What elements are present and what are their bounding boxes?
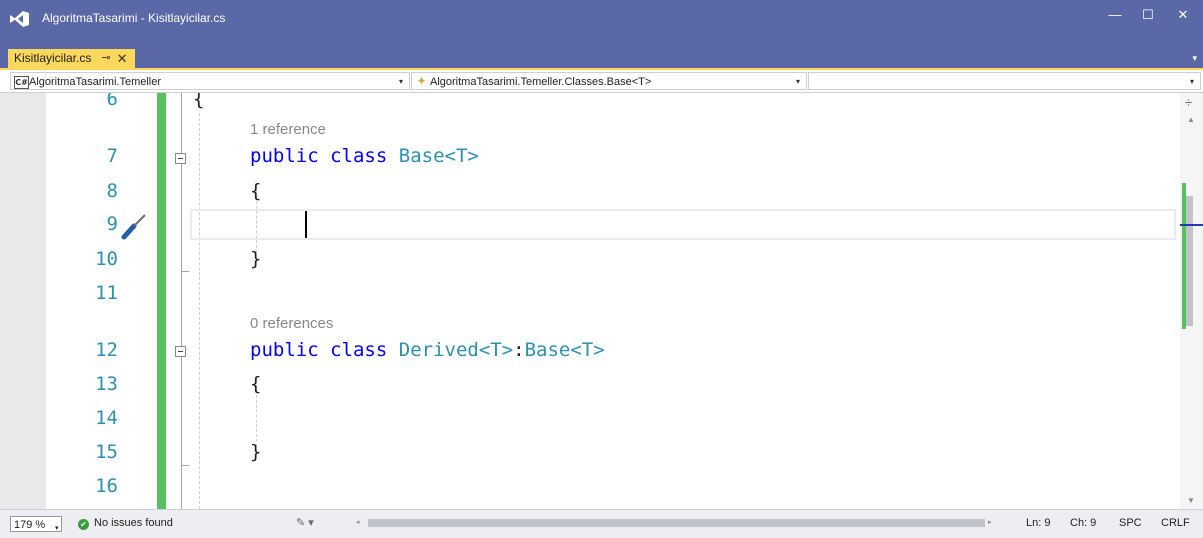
- member-dropdown[interactable]: ▾: [808, 72, 1201, 90]
- scrollbar-change-marker: [1182, 183, 1186, 329]
- line-number: 11: [95, 282, 118, 304]
- scroll-up-icon[interactable]: ▲: [1187, 115, 1195, 124]
- code-brace: {: [250, 373, 262, 395]
- collapse-icon[interactable]: [175, 346, 186, 357]
- line-number: 8: [106, 180, 118, 202]
- window-title: AlgoritmaTasarimi - Kisitlayicilar.cs: [42, 11, 226, 25]
- type-name: Derived<T>: [398, 339, 514, 361]
- code-line: public class Derived<T>:Base<T>: [250, 339, 605, 361]
- tab-overflow-dropdown-icon[interactable]: ▾: [1192, 53, 1197, 64]
- line-number: 16: [95, 475, 118, 497]
- project-dropdown[interactable]: C# AlgoritmaTasarimi.Temeller ▾: [10, 72, 410, 90]
- tab-close-icon[interactable]: ✕: [117, 49, 128, 68]
- keyword: public: [250, 339, 319, 361]
- quick-actions-screwdriver-icon[interactable]: [120, 211, 148, 241]
- type-name: Base<T>: [398, 145, 479, 167]
- char-indicator[interactable]: Ch: 9: [1070, 517, 1096, 529]
- codelens-references[interactable]: 1 reference: [250, 121, 326, 138]
- outline-end: [181, 271, 189, 272]
- code-cleanup-brush-icon[interactable]: ✎ ▾: [296, 516, 314, 529]
- change-tracking-bar: [157, 93, 166, 509]
- pin-icon[interactable]: ⊸: [101, 49, 110, 68]
- line-number: 10: [95, 248, 118, 270]
- line-indicator[interactable]: Ln: 9: [1026, 517, 1050, 529]
- issues-text: No issues found: [94, 517, 173, 529]
- line-number: 12: [95, 339, 118, 361]
- split-window-icon[interactable]: ÷: [1185, 95, 1192, 110]
- csharp-project-icon: C#: [14, 76, 29, 89]
- chevron-down-icon: ▾: [55, 525, 59, 532]
- indent-guide: [199, 113, 200, 509]
- type-name: Base<T>: [524, 339, 605, 361]
- check-circle-icon: ✔: [78, 519, 89, 530]
- selection-margin[interactable]: [0, 93, 46, 509]
- editor-status-bar: 179 % ▾ ✔ No issues found ✎ ▾ ◂ ▸ Ln: 9 C…: [0, 509, 1203, 538]
- keyword: class: [330, 145, 388, 167]
- issues-indicator[interactable]: ✔ No issues found: [78, 517, 173, 530]
- title-bar: AlgoritmaTasarimi - Kisitlayicilar.cs — …: [0, 0, 1203, 38]
- code-line: public class Base<T>: [250, 145, 479, 167]
- collapse-icon[interactable]: [175, 153, 186, 164]
- vertical-scrollbar[interactable]: ÷ ▲ ▼: [1180, 93, 1203, 509]
- tab-label: Kisitlayicilar.cs: [14, 51, 92, 65]
- indent-mode-indicator[interactable]: SPC: [1119, 517, 1142, 529]
- line-number: 13: [95, 373, 118, 395]
- tab-kisitlayicilar[interactable]: Kisitlayicilar.cs ⊸ ✕: [8, 49, 136, 68]
- scroll-left-icon[interactable]: ◂: [356, 518, 360, 526]
- line-number: 14: [95, 407, 118, 429]
- outline-end: [181, 465, 189, 466]
- code-brace: {: [193, 93, 205, 110]
- line-number: 6: [106, 93, 118, 110]
- code-brace: }: [250, 248, 262, 270]
- line-number-gutter[interactable]: 6 7 8 9 10 11 12 13 14 15 16: [46, 93, 156, 509]
- class-dropdown-label: AlgoritmaTasarimi.Temeller.Classes.Base<…: [430, 76, 652, 88]
- line-ending-indicator[interactable]: CRLF: [1161, 517, 1190, 529]
- line-number: 15: [95, 441, 118, 463]
- close-button[interactable]: ✕: [1163, 0, 1203, 30]
- line-number: 7: [106, 145, 118, 167]
- keyword: class: [330, 339, 388, 361]
- codelens-references[interactable]: 0 references: [250, 315, 333, 332]
- scroll-right-icon[interactable]: ▸: [988, 518, 992, 526]
- zoom-level-dropdown[interactable]: 179 % ▾: [10, 516, 62, 532]
- text-caret: [305, 211, 307, 238]
- class-icon: ✦: [416, 74, 427, 88]
- chevron-down-icon: ▾: [795, 77, 800, 86]
- code-brace: {: [250, 180, 262, 202]
- chevron-down-icon: ▾: [1189, 77, 1194, 86]
- horizontal-scrollbar-thumb[interactable]: [368, 519, 985, 527]
- scroll-down-icon[interactable]: ▼: [1187, 496, 1195, 505]
- code-brace: }: [250, 441, 262, 463]
- code-editor[interactable]: 6 7 8 9 10 11 12 13 14 15 16 { 1 referen…: [0, 93, 1180, 509]
- class-dropdown[interactable]: ✦ AlgoritmaTasarimi.Temeller.Classes.Bas…: [411, 72, 807, 90]
- maximize-button[interactable]: ☐: [1128, 0, 1168, 30]
- colon: :: [513, 339, 525, 361]
- scrollbar-caret-marker: [1180, 224, 1203, 226]
- chevron-down-icon: ▾: [398, 77, 403, 86]
- project-dropdown-label: AlgoritmaTasarimi.Temeller: [29, 76, 162, 88]
- current-line-highlight: [190, 209, 1176, 240]
- visual-studio-logo-icon: [10, 11, 29, 27]
- document-tab-strip: Kisitlayicilar.cs ⊸ ✕ ▾: [0, 38, 1203, 68]
- line-number: 9: [106, 213, 118, 235]
- navigation-bar: C# AlgoritmaTasarimi.Temeller ▾ ✦ Algori…: [0, 68, 1203, 93]
- keyword: public: [250, 145, 319, 167]
- zoom-level: 179 %: [14, 519, 46, 531]
